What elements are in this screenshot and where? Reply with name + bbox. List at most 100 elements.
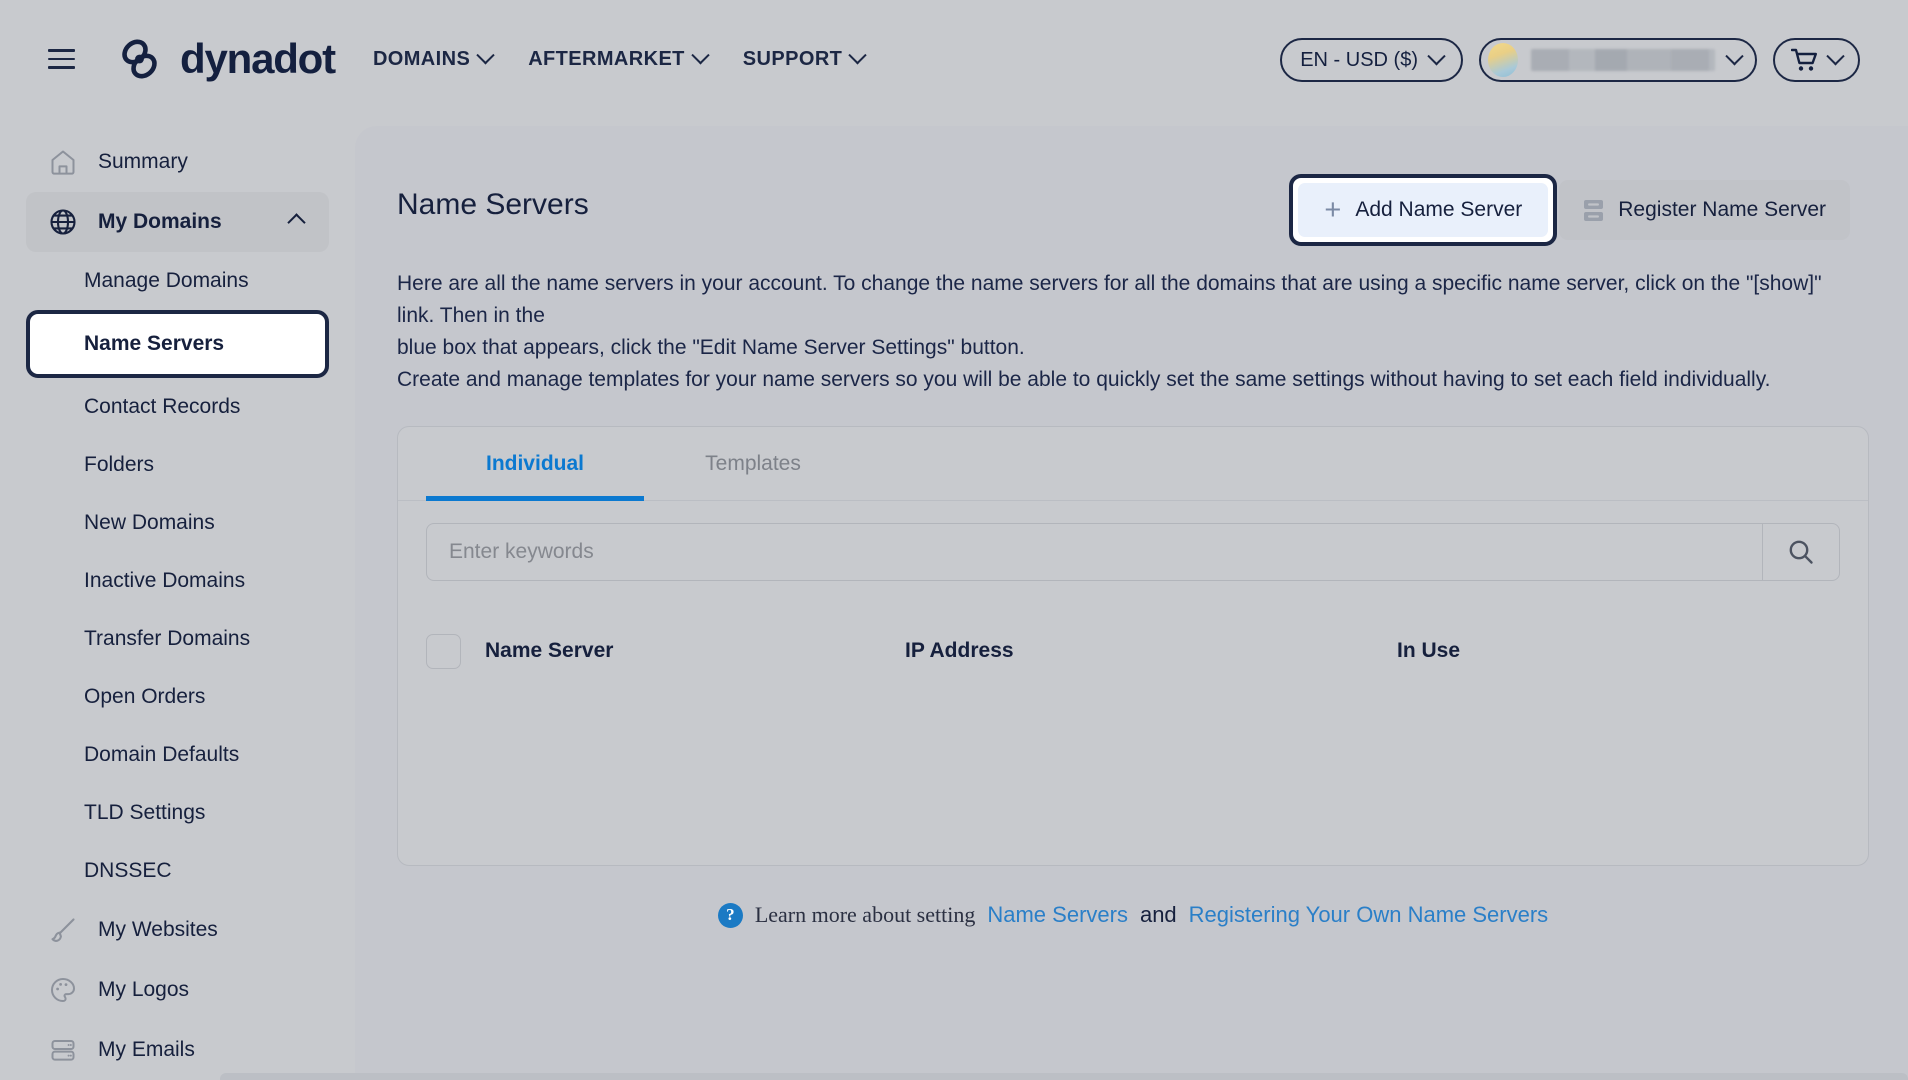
sidebar-item-my-domains[interactable]: My Domains	[26, 192, 329, 252]
sidebar-subitem-inactive-domains[interactable]: Inactive Domains	[26, 552, 329, 610]
sidebar-label-my-logos: My Logos	[98, 978, 190, 1001]
sidebar-subitem-name-servers[interactable]: Name Servers	[26, 310, 329, 378]
learn-more-prefix: Learn more about setting	[754, 902, 976, 927]
nav-item-support[interactable]: SUPPORT	[742, 45, 867, 71]
chevron-down-icon	[1826, 46, 1845, 65]
description-line-1: Here are all the name servers in your ac…	[397, 272, 1822, 327]
sidebar-subitem-contact-records[interactable]: Contact Records	[26, 378, 329, 436]
sidebar-sublabel-domain-defaults: Domain Defaults	[84, 743, 240, 766]
sidebar-sublabel-tld-settings: TLD Settings	[84, 801, 206, 824]
main-navigation: DOMAINS AFTERMARKET SUPPORT	[372, 45, 867, 71]
nav-item-aftermarket[interactable]: AFTERMARKET	[528, 45, 710, 71]
brand-logo[interactable]: dynadot	[115, 33, 336, 85]
register-name-server-button[interactable]: Register Name Server	[1559, 180, 1850, 240]
sidebar-sublabel-inactive-domains: Inactive Domains	[84, 569, 246, 592]
select-all-checkbox[interactable]	[426, 633, 461, 669]
paintbrush-icon	[48, 915, 78, 945]
cart-menu[interactable]	[1773, 38, 1860, 82]
tab-individual-label: Individual	[485, 451, 584, 475]
app-root: dynadot DOMAINS AFTERMARKET SUPPORT EN -…	[0, 0, 1908, 1080]
nav-label-domains: DOMAINS	[372, 47, 471, 70]
learn-more-conjunction: and	[1139, 902, 1177, 927]
sidebar-sublabel-manage-domains: Manage Domains	[84, 269, 249, 292]
chevron-down-icon	[1725, 46, 1744, 65]
sidebar-subitem-manage-domains[interactable]: Manage Domains	[26, 252, 329, 310]
sidebar-subitem-new-domains[interactable]: New Domains	[26, 494, 329, 552]
content-header: Name Servers + Add Name Server Register …	[397, 174, 1850, 246]
link-registering-your-own-name-servers[interactable]: Registering Your Own Name Servers	[1189, 902, 1549, 928]
nav-label-aftermarket: AFTERMARKET	[528, 47, 685, 70]
tab-templates-label: Templates	[705, 451, 801, 475]
sidebar-subitem-dnssec[interactable]: DNSSEC	[26, 842, 329, 900]
chevron-down-icon	[848, 45, 867, 64]
description-line-3: Create and manage templates for your nam…	[397, 368, 1771, 391]
language-currency-selector[interactable]: EN - USD ($)	[1280, 38, 1463, 82]
chevron-down-icon	[1427, 46, 1446, 65]
hamburger-menu-icon[interactable]	[48, 42, 82, 76]
chevron-down-icon	[691, 45, 710, 64]
add-name-server-highlight: + Add Name Server	[1289, 174, 1558, 246]
server-icon	[1584, 199, 1604, 221]
column-header-name-server: Name Server	[485, 639, 614, 662]
account-name-redacted	[1531, 49, 1715, 71]
add-name-server-label: Add Name Server	[1355, 198, 1523, 221]
bottom-panel-edge	[220, 1073, 1908, 1080]
home-icon	[48, 147, 78, 177]
description-line-2: blue box that appears, click the "Edit N…	[397, 336, 1025, 359]
tab-individual[interactable]: Individual	[426, 427, 644, 501]
nav-item-domains[interactable]: DOMAINS	[372, 45, 495, 71]
tab-templates[interactable]: Templates	[644, 427, 862, 500]
register-name-server-label: Register Name Server	[1618, 198, 1826, 221]
sidebar-label-my-websites: My Websites	[98, 918, 218, 941]
nav-label-support: SUPPORT	[742, 47, 843, 70]
sidebar-item-my-websites[interactable]: My Websites	[26, 900, 329, 960]
sidebar-item-summary[interactable]: Summary	[26, 132, 329, 192]
card-tabs: Individual Templates	[398, 427, 1868, 501]
account-menu[interactable]	[1479, 38, 1757, 82]
search-button[interactable]	[1762, 523, 1840, 581]
column-header-in-use: In Use	[1397, 639, 1461, 662]
add-name-server-button[interactable]: + Add Name Server	[1298, 183, 1549, 237]
dynadot-logo-icon	[122, 39, 157, 79]
language-currency-label: EN - USD ($)	[1300, 48, 1418, 71]
shopping-cart-icon	[1791, 48, 1817, 71]
brand-name: dynadot	[180, 35, 336, 82]
sidebar-item-my-logos[interactable]: My Logos	[26, 960, 329, 1020]
search-row	[398, 501, 1868, 581]
globe-icon	[48, 207, 78, 237]
table-header-row: Name Server IP Address In Use	[398, 615, 1868, 687]
search-input[interactable]	[426, 523, 1762, 581]
sidebar-subitem-transfer-domains[interactable]: Transfer Domains	[26, 610, 329, 668]
chevron-up-icon	[287, 212, 306, 232]
sidebar-sublabel-contact-records: Contact Records	[84, 395, 241, 418]
sidebar-item-my-emails[interactable]: My Emails	[26, 1020, 329, 1080]
palette-icon	[48, 975, 78, 1005]
sidebar-subitem-domain-defaults[interactable]: Domain Defaults	[26, 726, 329, 784]
sidebar-label-summary: Summary	[98, 150, 188, 173]
sidebar-sublabel-folders: Folders	[84, 453, 155, 476]
link-name-servers[interactable]: Name Servers	[987, 902, 1128, 928]
top-right-controls: EN - USD ($)	[1280, 38, 1860, 82]
chevron-down-icon	[476, 45, 495, 64]
name-servers-card: Individual Templates Enter keywords Name…	[397, 426, 1869, 866]
learn-more-row: ? Learn more about setting Name Servers …	[397, 902, 1869, 928]
sidebar-label-my-emails: My Emails	[98, 1038, 195, 1061]
server-icon	[48, 1035, 78, 1065]
sidebar-sublabel-open-orders: Open Orders	[84, 685, 206, 708]
top-navigation-bar: dynadot DOMAINS AFTERMARKET SUPPORT EN -…	[0, 0, 1908, 118]
sidebar-sublabel-transfer-domains: Transfer Domains	[84, 627, 251, 650]
sidebar-sublabel-name-servers: Name Servers	[84, 332, 225, 355]
sidebar-sublabel-dnssec: DNSSEC	[84, 859, 172, 882]
sidebar-subitem-tld-settings[interactable]: TLD Settings	[26, 784, 329, 842]
page-title: Name Servers	[397, 188, 589, 221]
sidebar-subitem-folders[interactable]: Folders	[26, 436, 329, 494]
avatar	[1488, 43, 1518, 77]
sidebar-sublabel-new-domains: New Domains	[84, 511, 215, 534]
sidebar-label-my-domains: My Domains	[98, 210, 222, 233]
help-icon: ?	[717, 902, 743, 928]
sidebar: Summary My Domains Manage Domains Name S…	[0, 118, 355, 1080]
column-header-ip-address: IP Address	[905, 639, 1014, 662]
sidebar-subitem-open-orders[interactable]: Open Orders	[26, 668, 329, 726]
page-description: Here are all the name servers in your ac…	[397, 268, 1850, 396]
search-icon	[1789, 540, 1813, 564]
